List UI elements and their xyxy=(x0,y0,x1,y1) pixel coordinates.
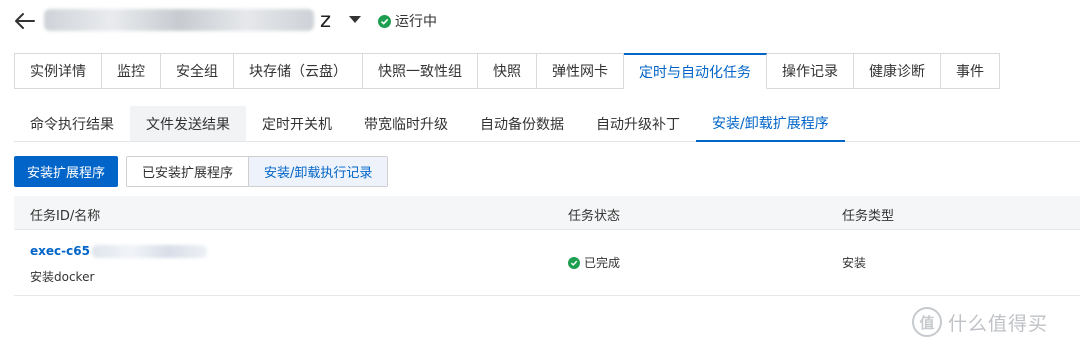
extension-view-switch: 已安装扩展程序 安装/卸载执行记录 xyxy=(126,156,389,187)
instance-name-suffix: z xyxy=(320,8,332,32)
subtab-command-results[interactable]: 命令执行结果 xyxy=(14,106,130,141)
task-id-cell: exec-c65 安装docker xyxy=(30,244,207,285)
tab-monitoring[interactable]: 监控 xyxy=(102,53,161,89)
tab-elastic-nic[interactable]: 弹性网卡 xyxy=(537,53,624,89)
subtab-auto-backup[interactable]: 自动备份数据 xyxy=(464,106,580,141)
subtab-scheduled-power[interactable]: 定时开关机 xyxy=(246,106,348,141)
table-row: exec-c65 安装docker 已完成 安装 xyxy=(14,230,1080,296)
task-name: 安装docker xyxy=(30,270,95,284)
tab-events[interactable]: 事件 xyxy=(941,53,1000,89)
install-records-button[interactable]: 安装/卸载执行记录 xyxy=(248,157,388,186)
column-header-task-id: 任务ID/名称 xyxy=(30,209,101,224)
tab-instance-details[interactable]: 实例详情 xyxy=(15,53,102,89)
task-id-link[interactable]: exec-c65 xyxy=(30,244,207,258)
column-header-status: 任务状态 xyxy=(568,209,621,224)
redacted-instance-id xyxy=(44,9,314,31)
page-header: z 运行中 xyxy=(0,0,1080,44)
tab-snapshot-consistency-group[interactable]: 快照一致性组 xyxy=(363,53,478,89)
instance-tabs: 实例详情 监控 安全组 块存储（云盘） 快照一致性组 快照 弹性网卡 定时与自动… xyxy=(14,53,1000,89)
task-id-text: exec-c65 xyxy=(30,244,90,258)
tab-operation-logs[interactable]: 操作记录 xyxy=(767,53,854,89)
watermark: 值 什么值得买 xyxy=(912,307,1048,337)
tab-scheduled-automation[interactable]: 定时与自动化任务 xyxy=(624,53,767,89)
completed-check-icon xyxy=(568,256,580,269)
table-header: 任务ID/名称 任务状态 任务类型 xyxy=(14,196,1080,230)
installed-extensions-button[interactable]: 已安装扩展程序 xyxy=(127,157,249,186)
task-status-cell: 已完成 xyxy=(568,254,620,271)
task-type-cell: 安装 xyxy=(842,256,867,270)
task-status-label: 已完成 xyxy=(584,256,621,270)
install-records-table: 任务ID/名称 任务状态 任务类型 exec-c65 安装docker 已完成 … xyxy=(14,196,1080,296)
redacted-task-id xyxy=(91,244,207,258)
column-header-type: 任务类型 xyxy=(842,209,895,224)
tab-snapshots[interactable]: 快照 xyxy=(478,53,537,89)
tab-security-group[interactable]: 安全组 xyxy=(161,53,234,89)
tab-block-storage[interactable]: 块存储（云盘） xyxy=(234,53,363,89)
subtab-file-send-results[interactable]: 文件发送结果 xyxy=(130,106,246,141)
tab-health-diagnosis[interactable]: 健康诊断 xyxy=(854,53,941,89)
subtab-extensions[interactable]: 安装/卸载扩展程序 xyxy=(696,106,845,142)
watermark-logo-icon: 值 xyxy=(912,307,942,337)
subtab-auto-patch[interactable]: 自动升级补丁 xyxy=(580,106,696,141)
instance-name: z xyxy=(44,6,331,34)
running-check-icon xyxy=(378,14,391,28)
subtab-bandwidth-upgrade[interactable]: 带宽临时升级 xyxy=(348,106,464,141)
automation-sub-tabs: 命令执行结果 文件发送结果 定时开关机 带宽临时升级 自动备份数据 自动升级补丁… xyxy=(14,106,1080,142)
instance-status: 运行中 xyxy=(378,11,437,31)
watermark-text: 什么值得买 xyxy=(948,312,1049,335)
instance-status-label: 运行中 xyxy=(395,14,437,30)
back-arrow-icon[interactable] xyxy=(12,8,38,34)
install-extension-button[interactable]: 安装扩展程序 xyxy=(14,156,118,187)
instance-switch-caret-icon[interactable] xyxy=(349,16,361,23)
